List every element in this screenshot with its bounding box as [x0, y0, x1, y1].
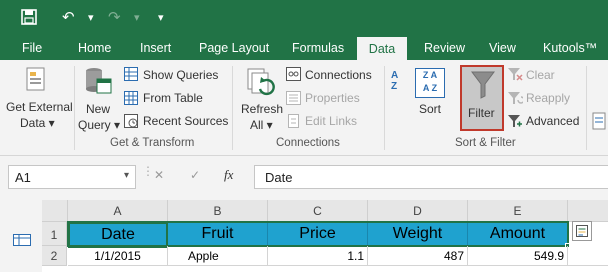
group-separator [74, 66, 75, 150]
refresh-all-button[interactable]: Refresh [241, 102, 283, 116]
reapply-button[interactable]: Reapply [526, 91, 570, 105]
from-table-button[interactable]: From Table [143, 91, 203, 105]
insert-function-icon[interactable]: fx [224, 167, 233, 183]
column-header-b[interactable]: B [168, 200, 268, 222]
connections-button[interactable]: Connections [305, 68, 372, 82]
column-header-a[interactable]: A [68, 200, 168, 222]
group-label-get-transform: Get & Transform [110, 137, 195, 149]
get-external-data-icon [26, 67, 45, 91]
formula-bar: A1 ▾ ⋮ ✕ ✓ fx Date [0, 156, 608, 200]
sort-ascending-top-letter: A [391, 70, 399, 81]
cancel-icon[interactable]: ✕ [154, 168, 164, 182]
new-query-icon [86, 68, 112, 94]
sort-button[interactable]: Sort [419, 102, 441, 116]
group-separator [384, 66, 385, 150]
tab-view[interactable]: View [489, 36, 516, 60]
title-bar: ↶ ▾ ↷ ▾ ▾ [0, 0, 608, 36]
recent-sources-icon [124, 114, 138, 128]
group-separator [586, 66, 587, 150]
formula-bar-grip-icon: ⋮ [142, 164, 154, 178]
formula-content: Date [265, 170, 293, 185]
get-external-data-button[interactable]: Get External [6, 100, 73, 114]
enter-icon[interactable]: ✓ [190, 168, 200, 182]
sort-ascending-icon[interactable]: A Z [391, 70, 405, 100]
sort-dialog-bottom-letters: A Z [422, 83, 438, 93]
name-box-value: A1 [15, 170, 31, 185]
refresh-all-button-line2[interactable]: All ▾ [250, 118, 273, 132]
cell-c2[interactable]: 1.1 [268, 246, 368, 266]
ribbon-tabs: File Home Insert Page Layout Formulas Da… [0, 36, 608, 60]
new-query-button[interactable]: New [86, 102, 110, 116]
name-box[interactable]: A1 ▾ [8, 165, 136, 189]
sort-dialog-top-letters: Z A [422, 70, 438, 80]
undo-icon[interactable]: ↶ [62, 8, 75, 28]
tab-data[interactable]: Data [357, 37, 407, 60]
show-queries-button[interactable]: Show Queries [143, 68, 218, 82]
cell-f2[interactable] [568, 246, 608, 266]
quick-analysis-glyph [576, 225, 588, 237]
tab-page-layout[interactable]: Page Layout [199, 36, 269, 60]
new-query-button-line2[interactable]: Query ▾ [78, 118, 120, 132]
cell-c1[interactable]: Price [268, 222, 368, 246]
from-table-icon [124, 91, 138, 105]
customize-toolbar-icon[interactable]: ▾ [158, 8, 164, 28]
undo-dropdown-icon[interactable]: ▾ [88, 8, 94, 28]
group-separator [232, 66, 233, 150]
row-header-1[interactable]: 1 [42, 222, 67, 246]
edit-links-button[interactable]: Edit Links [305, 114, 357, 128]
get-external-data-button-line2[interactable]: Data ▾ [20, 116, 55, 130]
group-label-connections: Connections [276, 137, 340, 149]
outline-toggle-icon[interactable] [13, 234, 31, 246]
cell-b2[interactable]: Apple [168, 246, 268, 266]
properties-icon [286, 91, 301, 105]
sort-dialog-icon: Z A A Z [415, 68, 445, 98]
advanced-button[interactable]: Advanced [526, 114, 579, 128]
group-label-sort-filter: Sort & Filter [455, 137, 516, 149]
ribbon: Get External Data ▾ New Query ▾ Show Que… [0, 60, 608, 156]
column-header-c[interactable]: C [268, 200, 368, 222]
tab-review[interactable]: Review [424, 36, 465, 60]
column-header-filler [568, 200, 608, 222]
refresh-all-icon [247, 68, 275, 96]
tab-insert[interactable]: Insert [140, 36, 171, 60]
clear-button[interactable]: Clear [526, 68, 555, 82]
cell-e1[interactable]: Amount [468, 222, 568, 246]
cell-d2[interactable]: 487 [368, 246, 468, 266]
filter-funnel-icon [471, 71, 495, 99]
redo-dropdown-icon[interactable]: ▾ [134, 8, 140, 28]
advanced-filter-icon [508, 115, 522, 127]
filter-button[interactable]: Filter [460, 65, 504, 131]
tab-home[interactable]: Home [78, 36, 111, 60]
reapply-icon [508, 92, 523, 104]
clear-filter-icon [508, 68, 523, 81]
show-queries-icon [124, 67, 138, 81]
properties-button[interactable]: Properties [305, 91, 360, 105]
name-box-dropdown-icon[interactable]: ▾ [124, 170, 129, 181]
redo-icon[interactable]: ↷ [108, 8, 121, 28]
tab-kutools[interactable]: Kutools™ [543, 36, 597, 60]
tab-formulas[interactable]: Formulas [292, 36, 344, 60]
quick-analysis-icon[interactable] [572, 221, 592, 241]
data-tools-icon[interactable] [592, 112, 606, 130]
column-header-e[interactable]: E [468, 200, 568, 222]
column-header-d[interactable]: D [368, 200, 468, 222]
connections-icon [286, 67, 301, 81]
cell-a1[interactable]: Date [68, 222, 168, 248]
cell-b1[interactable]: Fruit [168, 222, 268, 246]
cell-d1[interactable]: Weight [368, 222, 468, 246]
row-header-2[interactable]: 2 [42, 246, 67, 266]
recent-sources-button[interactable]: Recent Sources [143, 114, 228, 128]
formula-input[interactable]: Date [254, 165, 608, 189]
cell-a2[interactable]: 1/1/2015 [68, 246, 168, 266]
tab-file[interactable]: File [22, 36, 42, 60]
filter-label: Filter [468, 106, 495, 120]
save-icon[interactable] [21, 9, 37, 25]
edit-links-icon [288, 114, 299, 128]
sort-ascending-bottom-letter: Z [391, 81, 398, 92]
select-all-corner[interactable] [42, 200, 68, 222]
cell-e2[interactable]: 549.9 [468, 246, 568, 266]
